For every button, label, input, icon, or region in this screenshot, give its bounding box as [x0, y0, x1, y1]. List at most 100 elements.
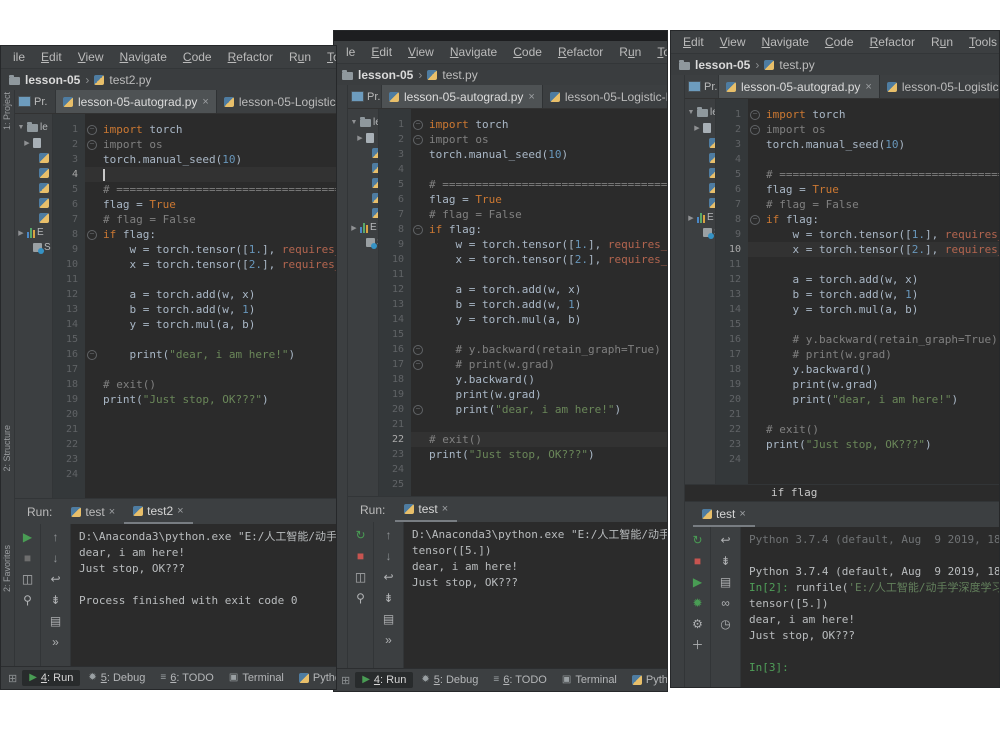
print-icon[interactable]: ▤ [720, 576, 731, 588]
fold-marker-icon[interactable]: − [87, 230, 97, 240]
editor-tab-lesson-05-autograd-py[interactable]: lesson-05-autograd.py× [719, 75, 880, 98]
restore-layout-icon[interactable]: ◫ [22, 573, 33, 585]
print-icon[interactable]: ▤ [50, 615, 61, 627]
code-line-11[interactable]: 11 [53, 272, 336, 287]
code-line-8[interactable]: 8−if flag: [379, 222, 667, 237]
project-tree-row[interactable] [348, 145, 378, 160]
menu-item-edit[interactable]: Edit [363, 45, 400, 59]
code-line-7[interactable]: 7# flag = False [53, 212, 336, 227]
breadcrumb-file[interactable]: test.py [442, 68, 477, 82]
code-line-10[interactable]: 10 x = torch.tensor([2.], requires_grad=… [379, 252, 667, 267]
code-line-1[interactable]: 1−import torch [53, 122, 336, 137]
fold-gutter[interactable]: − [748, 212, 762, 227]
fold-gutter[interactable]: − [85, 122, 99, 137]
status-item-4-run[interactable]: ▶4: Run [22, 670, 80, 686]
more-options-icon[interactable]: » [52, 636, 59, 648]
tree-expand-arrow[interactable]: ▼ [350, 119, 358, 126]
code-editor[interactable]: 1−import torch2−import os3torch.manual_s… [716, 99, 999, 484]
run-tab-test2[interactable]: test2× [124, 499, 192, 524]
code-line-22[interactable]: 22# exit() [379, 432, 667, 447]
run-icon[interactable]: ▶ [23, 531, 32, 543]
add-console-icon[interactable]: ＋ [691, 639, 703, 651]
settings-gear-icon[interactable]: ⚙ [692, 618, 703, 630]
project-tree-row[interactable] [348, 190, 378, 205]
project-tree-row[interactable] [15, 195, 52, 210]
fold-marker-icon[interactable]: − [87, 140, 97, 150]
code-line-3[interactable]: 3torch.manual_seed(10) [716, 137, 999, 152]
project-tree-row[interactable]: ▶E [685, 210, 715, 225]
menu-item-tools[interactable]: Tools [649, 45, 668, 59]
code-line-12[interactable]: 12 a = torch.add(w, x) [716, 272, 999, 287]
soft-wrap-icon[interactable]: ↩ [383, 571, 393, 583]
fold-marker-icon[interactable]: − [413, 360, 423, 370]
status-item-6-todo[interactable]: ≡6: TODO [486, 672, 553, 688]
project-panel-header[interactable]: Pr. [685, 75, 719, 98]
status-item-5-debug[interactable]: ✹5: Debug [414, 672, 485, 688]
tree-expand-arrow[interactable]: ▼ [687, 109, 695, 116]
code-line-4[interactable]: 4 [716, 152, 999, 167]
menu-item-view[interactable]: View [712, 35, 754, 49]
fold-marker-icon[interactable]: − [413, 135, 423, 145]
code-line-15[interactable]: 15 [716, 317, 999, 332]
status-item-python-consol[interactable]: Python Consol [292, 670, 337, 686]
tool-stripe-label-2-favorites[interactable]: 2: Favorites [2, 545, 12, 592]
code-line-18[interactable]: 18 y.backward() [716, 362, 999, 377]
code-line-7[interactable]: 7# flag = False [716, 197, 999, 212]
code-line-17[interactable]: 17 # print(w.grad) [716, 347, 999, 362]
code-line-17[interactable]: 17− # print(w.grad) [379, 357, 667, 372]
menu-item-code[interactable]: Code [817, 35, 862, 49]
menu-item-run[interactable]: Run [281, 50, 319, 64]
code-line-14[interactable]: 14 y = torch.mul(a, b) [379, 312, 667, 327]
code-line-23[interactable]: 23 [53, 452, 336, 467]
code-line-23[interactable]: 23print("Just stop, OK???") [379, 447, 667, 462]
project-tree-row[interactable] [685, 195, 715, 210]
code-line-8[interactable]: 8−if flag: [716, 212, 999, 227]
fold-marker-icon[interactable]: − [87, 350, 97, 360]
breadcrumb-file[interactable]: test.py [779, 58, 814, 72]
fold-gutter[interactable]: − [411, 357, 425, 372]
tree-expand-arrow[interactable]: ▶ [350, 224, 358, 232]
menu-item-view[interactable]: View [70, 50, 112, 64]
code-line-5[interactable]: 5# =====================================… [716, 167, 999, 182]
status-item-5-debug[interactable]: ✹5: Debug [81, 670, 152, 686]
code-line-11[interactable]: 11 [379, 267, 667, 282]
menu-item-ile[interactable]: ile [5, 50, 33, 64]
fold-marker-icon[interactable]: − [750, 215, 760, 225]
code-line-22[interactable]: 22 [53, 437, 336, 452]
code-line-7[interactable]: 7# flag = False [379, 207, 667, 222]
fold-gutter[interactable]: − [411, 402, 425, 417]
code-line-21[interactable]: 21 [379, 417, 667, 432]
menu-item-navigate[interactable]: Navigate [442, 45, 505, 59]
debug-bug-icon[interactable]: ✹ [692, 597, 702, 609]
menu-item-refactor[interactable]: Refactor [220, 50, 281, 64]
menu-item-code[interactable]: Code [505, 45, 550, 59]
scroll-to-end-icon[interactable]: ⇟ [383, 592, 393, 604]
tool-stripe-label-2-structure[interactable]: 2: Structure [2, 425, 12, 472]
menu-item-edit[interactable]: Edit [675, 35, 712, 49]
project-panel-header[interactable]: Pr. [348, 85, 382, 108]
menu-item-refactor[interactable]: Refactor [550, 45, 611, 59]
code-line-2[interactable]: 2−import os [53, 137, 336, 152]
code-line-5[interactable]: 5# =====================================… [53, 182, 336, 197]
tree-expand-arrow[interactable]: ▶ [687, 214, 695, 222]
fold-marker-icon[interactable]: − [413, 120, 423, 130]
code-line-21[interactable]: 21 [53, 422, 336, 437]
fold-marker-icon[interactable]: − [750, 110, 760, 120]
code-line-5[interactable]: 5# =====================================… [379, 177, 667, 192]
menu-item-navigate[interactable]: Navigate [754, 35, 817, 49]
fold-marker-icon[interactable]: − [87, 125, 97, 135]
code-line-24[interactable]: 24 [53, 467, 336, 482]
status-item-4-run[interactable]: ▶4: Run [355, 672, 413, 688]
code-line-19[interactable]: 19 print(w.grad) [379, 387, 667, 402]
project-tree-row[interactable]: ▶ [348, 130, 378, 145]
fold-gutter[interactable]: − [411, 117, 425, 132]
status-item-terminal[interactable]: ▣Terminal [222, 670, 291, 686]
project-tree-row[interactable]: ▼le [348, 115, 378, 130]
fold-gutter[interactable]: − [748, 107, 762, 122]
code-line-2[interactable]: 2−import os [716, 122, 999, 137]
code-line-4[interactable]: 4 [379, 162, 667, 177]
project-tree-row[interactable] [348, 205, 378, 220]
tab-close-icon[interactable]: × [739, 508, 745, 520]
code-line-21[interactable]: 21 [716, 407, 999, 422]
code-line-16[interactable]: 16− # y.backward(retain_graph=True) [379, 342, 667, 357]
